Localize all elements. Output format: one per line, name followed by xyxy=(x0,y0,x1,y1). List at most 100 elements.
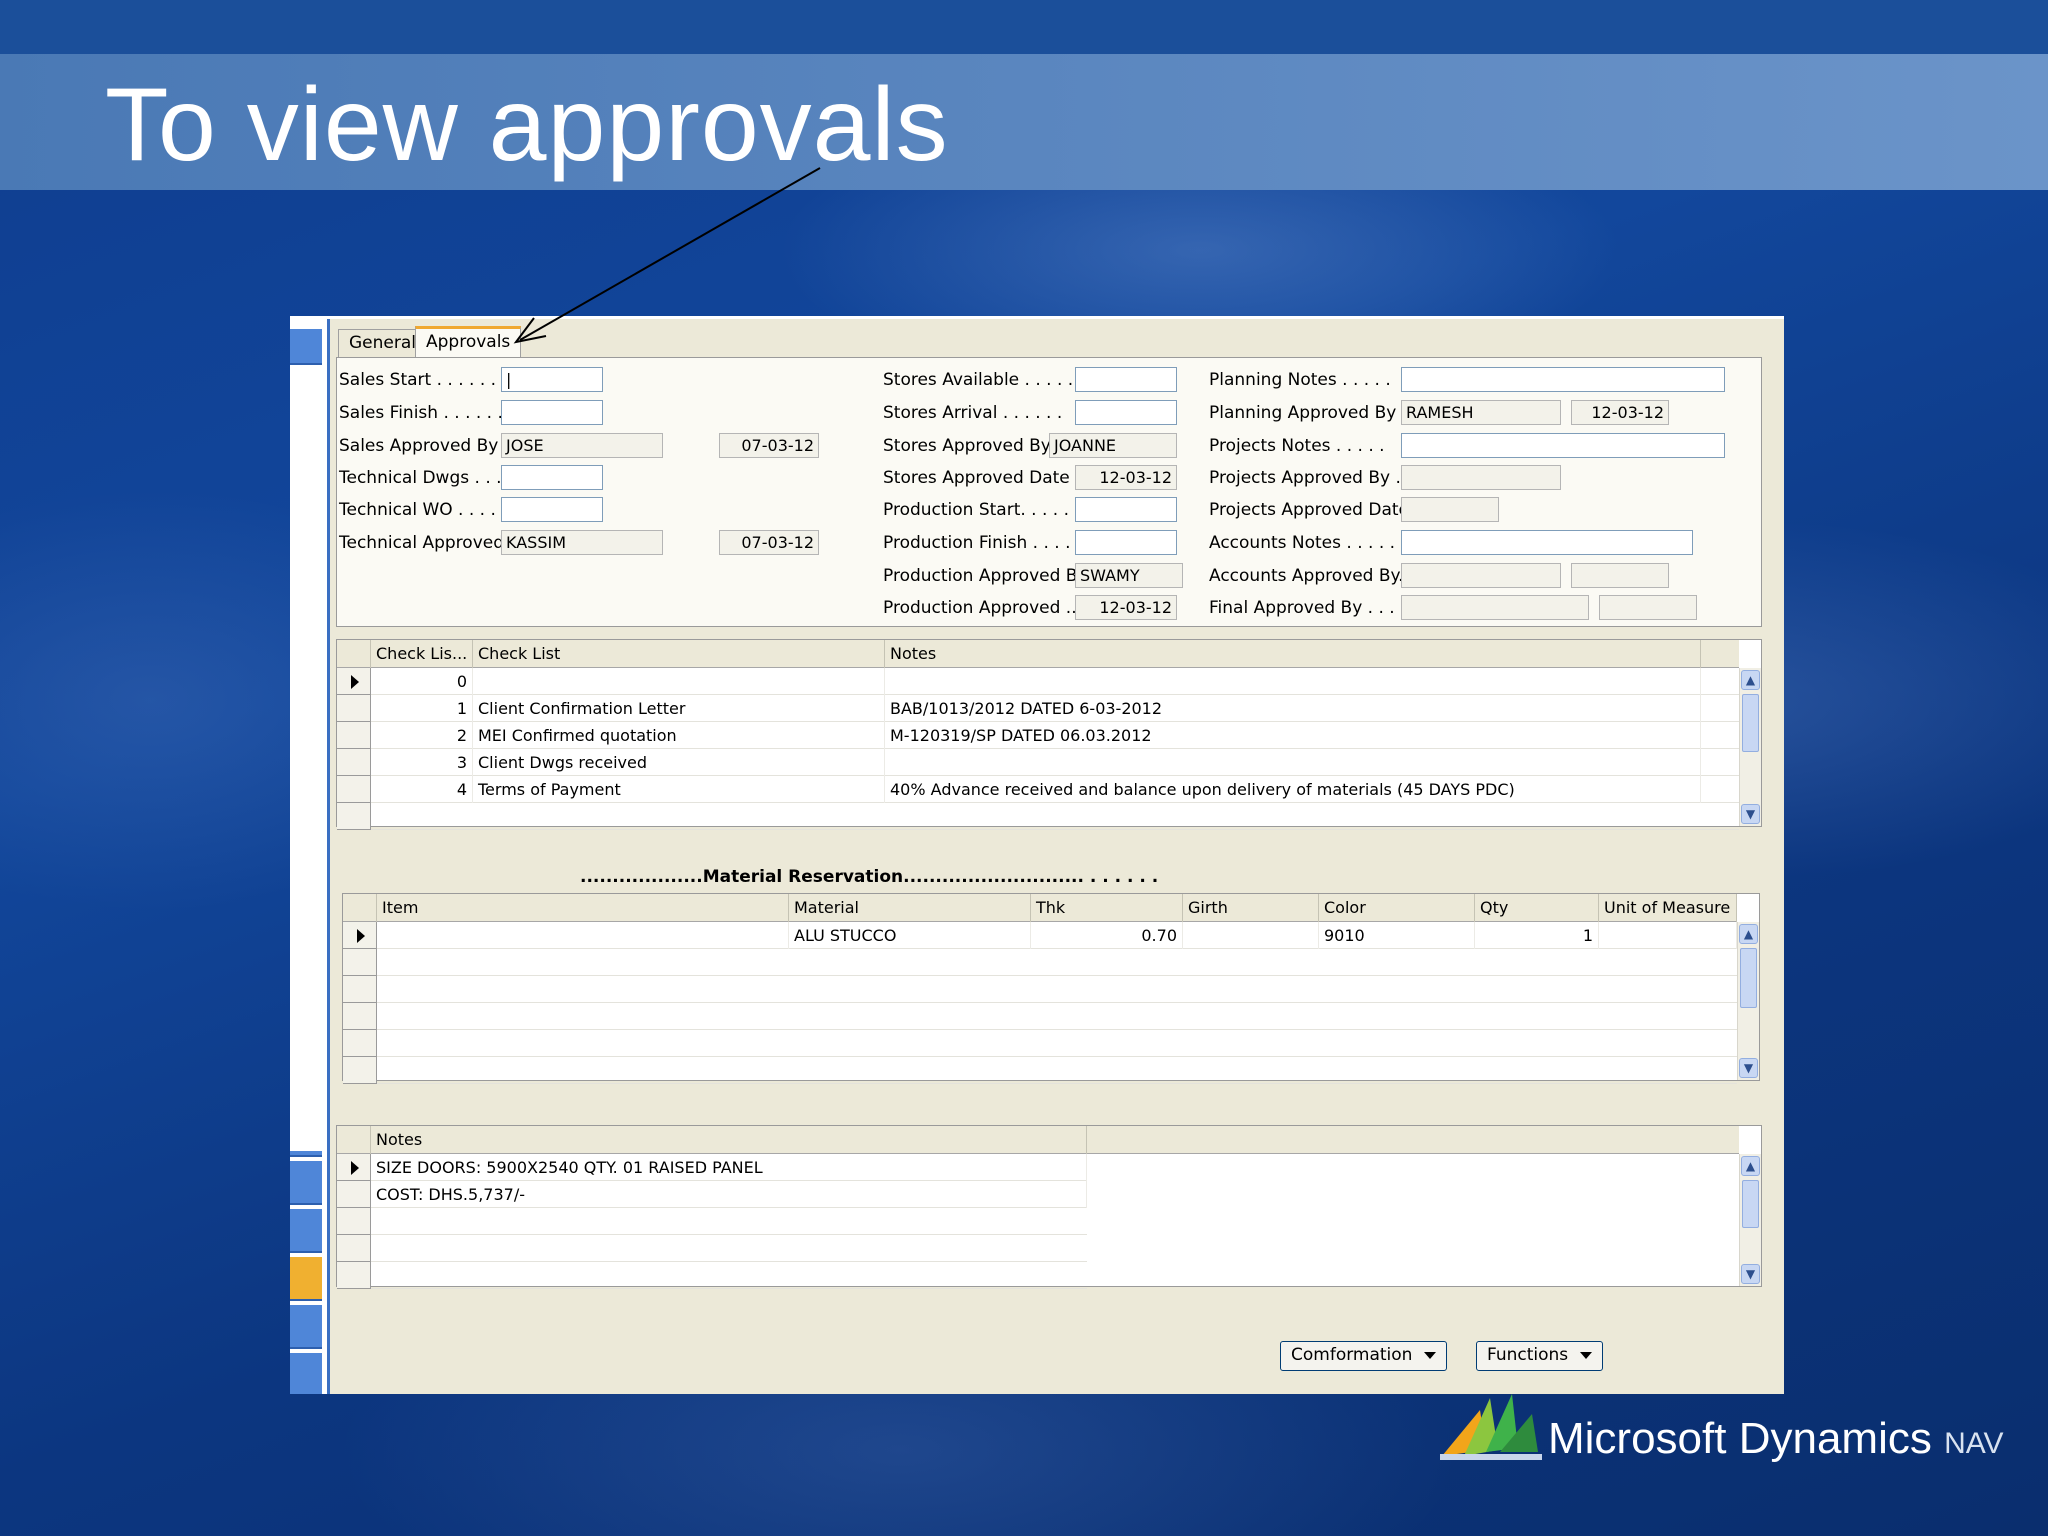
stores-arrival-field[interactable] xyxy=(1075,400,1177,425)
col-material[interactable]: Material xyxy=(789,894,1031,922)
table-row[interactable] xyxy=(337,1235,1087,1262)
col-thk[interactable]: Thk xyxy=(1031,894,1183,922)
row-selector[interactable] xyxy=(337,776,371,803)
cell-note[interactable]: COST: DHS.5,737/- xyxy=(371,1181,1087,1208)
table-row[interactable] xyxy=(337,1262,1087,1289)
stores-approved-by-field[interactable]: JOANNE xyxy=(1049,433,1177,458)
row-selector[interactable] xyxy=(337,1154,371,1181)
cell-no[interactable]: 0 xyxy=(371,668,473,695)
table-row[interactable] xyxy=(343,949,1737,976)
cell-check-list[interactable]: Client Confirmation Letter xyxy=(473,695,885,722)
cell-notes[interactable]: 40% Advance received and balance upon de… xyxy=(885,776,1701,803)
technical-dwgs-field[interactable] xyxy=(501,465,603,490)
row-selector[interactable] xyxy=(337,1235,371,1262)
tab-general[interactable]: General xyxy=(338,329,427,357)
table-row[interactable]: SIZE DOORS: 5900X2540 QTY. 01 RAISED PAN… xyxy=(337,1154,1087,1181)
notes-scrollbar[interactable]: ▲ ▼ xyxy=(1739,1154,1761,1286)
row-selector[interactable] xyxy=(343,976,377,1003)
row-selector[interactable] xyxy=(343,1003,377,1030)
accounts-notes-field[interactable] xyxy=(1401,530,1693,555)
table-row[interactable] xyxy=(343,1003,1737,1030)
planning-notes-field[interactable] xyxy=(1401,367,1725,392)
cell-notes[interactable]: BAB/1013/2012 DATED 6-03-2012 xyxy=(885,695,1701,722)
cell-no[interactable]: 1 xyxy=(371,695,473,722)
production-start-field[interactable] xyxy=(1075,497,1177,522)
projects-approved-by-field[interactable] xyxy=(1401,465,1561,490)
sales-finish-field[interactable] xyxy=(501,400,603,425)
cell-check-list[interactable] xyxy=(473,668,885,695)
cell-note[interactable]: SIZE DOORS: 5900X2540 QTY. 01 RAISED PAN… xyxy=(371,1154,1087,1181)
nav-block[interactable] xyxy=(290,1209,322,1253)
conformation-button[interactable]: Comformation xyxy=(1280,1341,1448,1371)
projects-notes-field[interactable] xyxy=(1401,433,1725,458)
nav-block-active[interactable] xyxy=(290,1257,322,1301)
nav-block[interactable] xyxy=(290,1151,322,1157)
row-selector[interactable] xyxy=(337,668,371,695)
accounts-approved-date-field[interactable] xyxy=(1571,563,1669,588)
cell-girth[interactable] xyxy=(1183,922,1319,949)
scroll-up-icon[interactable]: ▲ xyxy=(1741,1156,1760,1176)
technical-approved-by-field[interactable]: KASSIM xyxy=(501,530,663,555)
row-selector[interactable] xyxy=(337,695,371,722)
technical-approved-date-field[interactable]: 07-03-12 xyxy=(719,530,819,555)
table-row[interactable] xyxy=(343,1030,1737,1057)
stores-available-field[interactable] xyxy=(1075,367,1177,392)
material-scrollbar[interactable]: ▲ ▼ xyxy=(1737,922,1759,1080)
accounts-approved-by-field[interactable] xyxy=(1401,563,1561,588)
cell-item[interactable] xyxy=(377,922,789,949)
cell-material[interactable]: ALU STUCCO xyxy=(789,922,1031,949)
row-selector[interactable] xyxy=(337,749,371,776)
nav-block[interactable] xyxy=(290,1161,322,1205)
col-unit-of-measure[interactable]: Unit of Measure xyxy=(1599,894,1737,922)
cell-check-list[interactable]: Client Dwgs received xyxy=(473,749,885,776)
row-selector[interactable] xyxy=(337,1262,371,1289)
row-selector[interactable] xyxy=(343,1057,377,1084)
row-selector[interactable] xyxy=(343,949,377,976)
table-row[interactable]: ALU STUCCO 0.70 9010 1 xyxy=(343,922,1737,949)
cell-qty[interactable]: 1 xyxy=(1475,922,1599,949)
stores-approved-date-field[interactable]: 12-03-12 xyxy=(1075,465,1177,490)
final-approved-by-field[interactable] xyxy=(1401,595,1589,620)
col-girth[interactable]: Girth xyxy=(1183,894,1319,922)
scroll-up-icon[interactable]: ▲ xyxy=(1741,670,1760,690)
cell-thk[interactable]: 0.70 xyxy=(1031,922,1183,949)
scroll-down-icon[interactable]: ▼ xyxy=(1741,1264,1760,1284)
cell-color[interactable]: 9010 xyxy=(1319,922,1475,949)
sales-start-field[interactable]: | xyxy=(501,367,603,392)
scroll-thumb[interactable] xyxy=(1742,1180,1759,1228)
table-row[interactable]: 3 Client Dwgs received xyxy=(337,749,1739,776)
planning-approved-by-field[interactable]: RAMESH xyxy=(1401,400,1561,425)
sales-approved-date-field[interactable]: 07-03-12 xyxy=(719,433,819,458)
table-row[interactable] xyxy=(343,976,1737,1003)
planning-approved-date-field[interactable]: 12-03-12 xyxy=(1571,400,1669,425)
nav-block[interactable] xyxy=(290,1353,322,1394)
cell-check-list[interactable]: MEI Confirmed quotation xyxy=(473,722,885,749)
checklist-scrollbar[interactable]: ▲ ▼ xyxy=(1739,668,1761,826)
sales-approved-by-field[interactable]: JOSE xyxy=(501,433,663,458)
table-row[interactable]: 1 Client Confirmation Letter BAB/1013/20… xyxy=(337,695,1739,722)
scroll-down-icon[interactable]: ▼ xyxy=(1741,804,1760,824)
scroll-thumb[interactable] xyxy=(1742,694,1759,752)
scroll-down-icon[interactable]: ▼ xyxy=(1739,1058,1758,1078)
row-selector[interactable] xyxy=(337,722,371,749)
cell-notes[interactable] xyxy=(885,668,1701,695)
final-approved-date-field[interactable] xyxy=(1599,595,1697,620)
technical-wo-field[interactable] xyxy=(501,497,603,522)
table-row[interactable] xyxy=(337,1208,1087,1235)
tab-approvals[interactable]: Approvals xyxy=(415,326,522,358)
table-row[interactable]: 2 MEI Confirmed quotation M-120319/SP DA… xyxy=(337,722,1739,749)
col-notes[interactable]: Notes xyxy=(371,1126,1087,1154)
col-check-list-no[interactable]: Check Lis... xyxy=(371,640,473,668)
cell-notes[interactable]: M-120319/SP DATED 06.03.2012 xyxy=(885,722,1701,749)
col-color[interactable]: Color xyxy=(1319,894,1475,922)
cell-no[interactable]: 4 xyxy=(371,776,473,803)
production-approved-by-field[interactable]: SWAMY xyxy=(1075,563,1183,588)
table-row[interactable]: 0 xyxy=(337,668,1739,695)
col-qty[interactable]: Qty xyxy=(1475,894,1599,922)
scroll-up-icon[interactable]: ▲ xyxy=(1739,924,1758,944)
functions-button[interactable]: Functions xyxy=(1476,1341,1604,1371)
col-check-list[interactable]: Check List xyxy=(473,640,885,668)
cell-check-list[interactable]: Terms of Payment xyxy=(473,776,885,803)
row-selector[interactable] xyxy=(337,1208,371,1235)
production-finish-field[interactable] xyxy=(1075,530,1177,555)
